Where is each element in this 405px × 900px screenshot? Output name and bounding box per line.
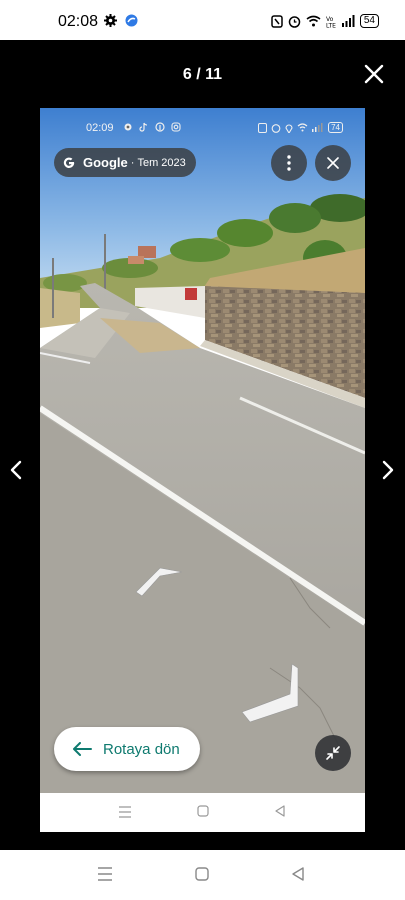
google-label: Google [83, 155, 128, 170]
inner-status-bar: 02:09 74 [40, 120, 365, 138]
svg-text:LTE: LTE [326, 22, 336, 28]
system-nav-bar [0, 850, 405, 900]
inner-status-right-icons: 74 [258, 122, 343, 133]
wifi-icon [297, 123, 308, 132]
signal-icon [341, 15, 355, 27]
image-counter: 6 / 11 [182, 66, 223, 83]
wifi-icon [306, 15, 321, 27]
back-icon[interactable] [291, 867, 305, 881]
gear-icon [124, 123, 132, 131]
close-street-view-button[interactable] [315, 145, 351, 181]
home-icon[interactable] [197, 805, 209, 817]
alarm-icon [271, 123, 281, 133]
inner-battery-icon: 74 [328, 122, 343, 133]
tiktok-icon [139, 122, 148, 132]
back-to-route-button[interactable]: Rotaya dön [54, 727, 200, 771]
status-bar: 02:08 Vo LTE 54 [0, 0, 405, 40]
arrow-left-icon [73, 742, 92, 756]
back-to-route-label: Rotaya dön [103, 740, 180, 758]
more-options-button[interactable] [271, 145, 307, 181]
instagram-icon [171, 122, 181, 132]
collapse-icon [326, 746, 340, 760]
more-vert-icon [287, 155, 291, 171]
pinterest-icon [155, 122, 165, 132]
inner-nav-bar [40, 793, 365, 832]
inner-status-time: 02:09 [86, 122, 114, 134]
pill-separator: · [130, 156, 135, 169]
nfc-icon [271, 14, 283, 28]
google-icon [63, 157, 75, 168]
exit-fullscreen-button[interactable] [315, 735, 351, 771]
status-right-icons: Vo LTE 54 [271, 14, 379, 28]
menu-icon[interactable] [97, 867, 113, 881]
volte-icon: VoLTE [326, 16, 336, 28]
chevron-left-icon[interactable] [6, 458, 26, 482]
close-icon[interactable] [362, 62, 386, 86]
status-left-icons [104, 14, 138, 27]
capture-date: Tem 2023 [137, 156, 186, 169]
street-view-image[interactable] [40, 108, 365, 793]
street-view-screenshot[interactable]: 02:09 74 Google · Tem 2023 Rotaya dön [40, 108, 365, 832]
location-icon [285, 124, 293, 133]
close-icon [327, 157, 339, 169]
gear-icon [104, 14, 117, 27]
google-date-pill[interactable]: Google · Tem 2023 [54, 148, 196, 177]
back-icon[interactable] [274, 805, 286, 817]
app-icon [125, 14, 138, 27]
menu-icon[interactable] [118, 806, 132, 818]
alarm-icon [288, 15, 301, 28]
chevron-right-icon[interactable] [378, 458, 398, 482]
status-time: 02:08 [58, 13, 99, 30]
home-icon[interactable] [195, 867, 209, 881]
signal-icon [312, 123, 323, 132]
inner-status-left-icons [123, 122, 181, 132]
nfc-icon [258, 122, 268, 133]
battery-icon: 54 [359, 14, 379, 28]
